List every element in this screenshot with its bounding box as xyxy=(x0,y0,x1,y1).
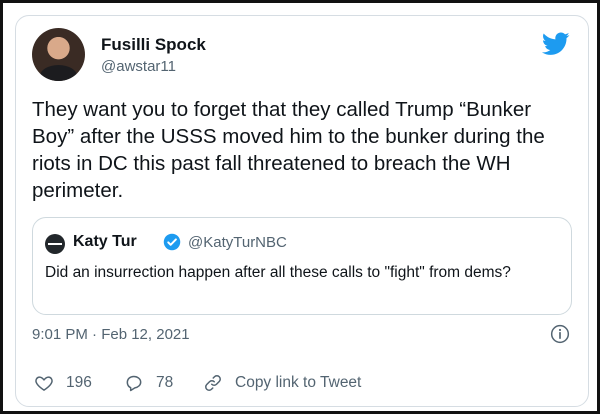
quoted-tweet[interactable]: Katy Tur @KatyTurNBC Did an insurrection… xyxy=(32,217,572,315)
author-name[interactable]: Fusilli Spock xyxy=(101,35,206,55)
link-icon xyxy=(205,375,221,391)
tweet-timestamp[interactable]: 9:01 PM · Feb 12, 2021 xyxy=(32,326,190,343)
author-handle[interactable]: @awstar11 xyxy=(101,58,176,75)
info-icon[interactable] xyxy=(550,324,570,344)
tweet-card[interactable]: Fusilli Spock @awstar11 They want you to… xyxy=(15,15,589,407)
like-button[interactable]: 196 xyxy=(34,372,92,394)
copy-link-button[interactable]: Copy link to Tweet xyxy=(203,372,361,394)
quoted-author-avatar[interactable] xyxy=(45,234,65,254)
twitter-bird-icon[interactable] xyxy=(542,32,570,56)
reply-button[interactable]: 78 xyxy=(124,372,173,394)
quoted-author-name[interactable]: Katy Tur xyxy=(73,233,137,251)
author-avatar[interactable] xyxy=(32,28,85,81)
tweet-text: They want you to forget that they called… xyxy=(32,98,545,202)
heart-icon xyxy=(35,376,53,391)
screenshot-frame: Fusilli Spock @awstar11 They want you to… xyxy=(0,0,600,414)
quoted-author-handle[interactable]: @KatyTurNBC xyxy=(188,234,287,251)
verified-badge-icon xyxy=(163,233,181,251)
copy-link-label: Copy link to Tweet xyxy=(235,374,362,391)
like-count: 196 xyxy=(66,374,92,391)
reply-count: 78 xyxy=(156,374,174,391)
quoted-tweet-text: Did an insurrection happen after all the… xyxy=(45,264,511,281)
reply-bubble-icon xyxy=(126,375,142,392)
